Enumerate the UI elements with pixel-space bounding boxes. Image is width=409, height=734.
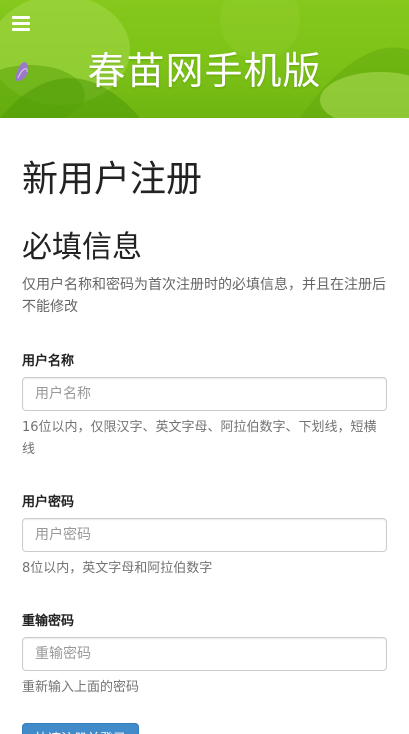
register-and-login-button[interactable]: 快速注册并登录 (22, 723, 140, 734)
site-title: 春苗网手机版 (87, 49, 322, 93)
username-help-text: 16位以内，仅限汉字、英文字母、阿拉伯数字、下划线，短横线 (22, 420, 377, 457)
confirm-password-help-text: 重新输入上面的密码 (22, 680, 140, 695)
confirm-password-label: 重输密码 (22, 614, 75, 629)
section-title: 必填信息 (22, 230, 142, 265)
password-label: 用户密码 (22, 495, 75, 510)
username-input[interactable] (22, 377, 387, 411)
password-input[interactable] (22, 518, 387, 552)
registration-content: 新用户注册 必填信息 仅用户名称和密码为首次注册时的必填信息，并且在注册后不能修… (0, 154, 409, 734)
password-help-text: 8位以内，英文字母和阿拉伯数字 (22, 561, 213, 576)
hamburger-menu-icon[interactable] (12, 16, 30, 32)
site-header: 春苗网手机版 (0, 0, 409, 118)
section-description: 仅用户名称和密码为首次注册时的必填信息，并且在注册后不能修改 (22, 277, 386, 315)
confirm-password-field-group: 重输密码 重新输入上面的密码 (22, 610, 387, 699)
confirm-password-input[interactable] (22, 637, 387, 671)
username-label: 用户名称 (22, 354, 75, 369)
password-field-group: 用户密码 8位以内，英文字母和阿拉伯数字 (22, 491, 387, 580)
page-title: 新用户注册 (22, 159, 203, 200)
username-field-group: 用户名称 16位以内，仅限汉字、英文字母、阿拉伯数字、下划线，短横线 (22, 350, 387, 461)
